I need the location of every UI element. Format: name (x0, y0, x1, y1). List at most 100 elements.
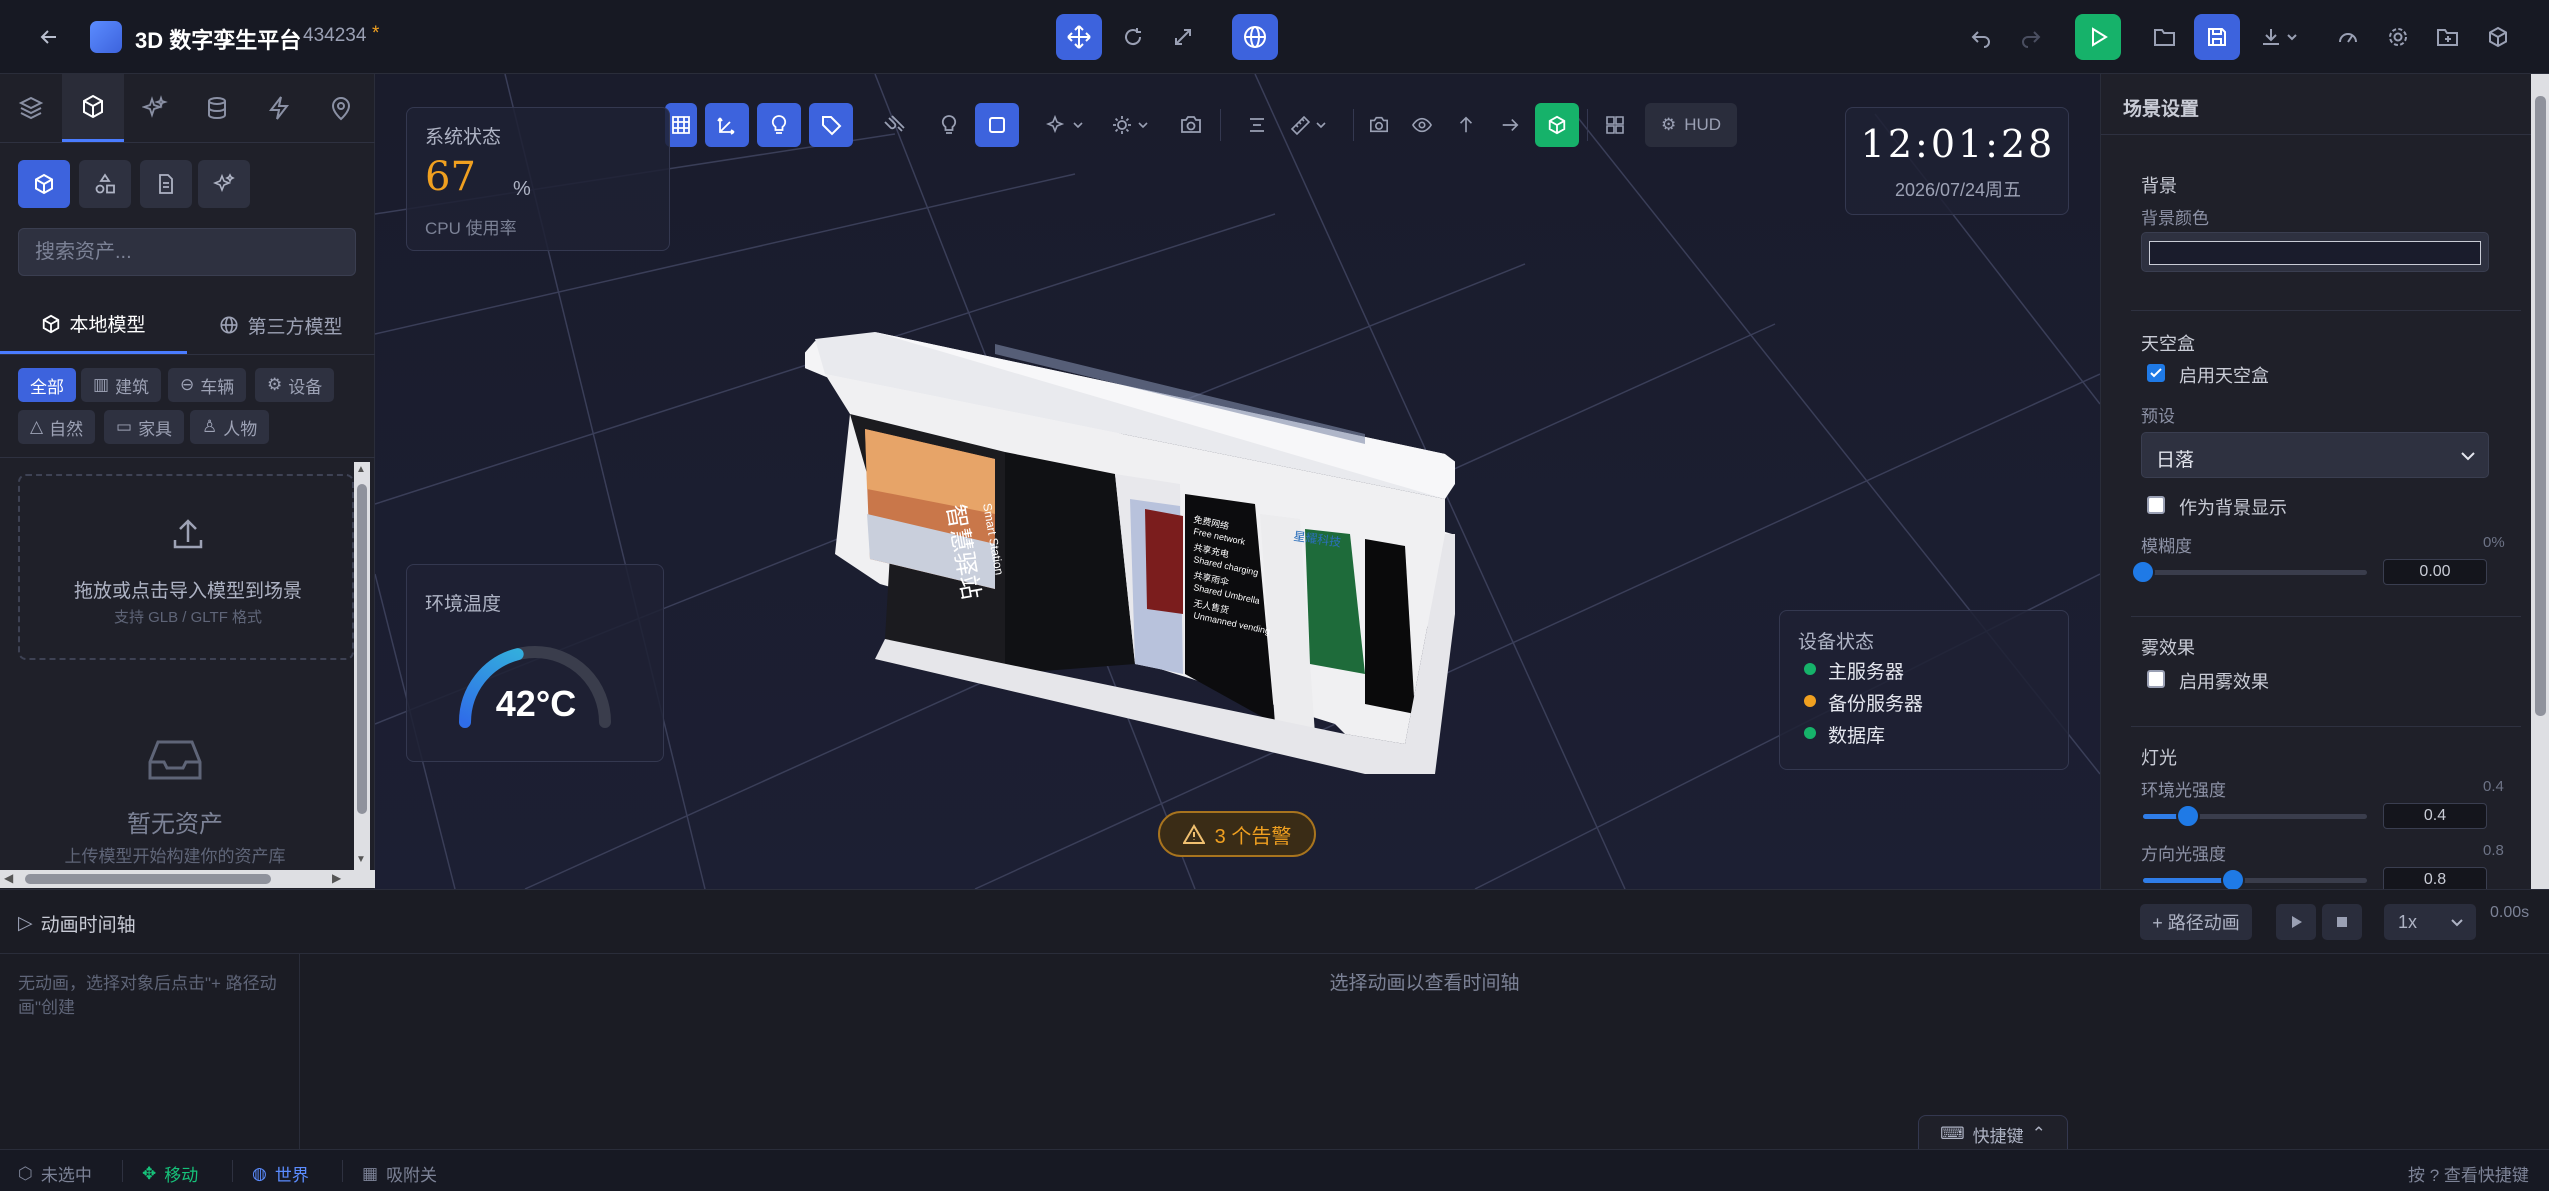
open-folder-button[interactable] (2142, 14, 2188, 60)
tab-data[interactable] (186, 74, 248, 142)
category-vehicle[interactable]: ⊖ 车辆 (168, 368, 247, 402)
ambient-value-text: 0.4 (2483, 778, 2504, 795)
asset-type-document[interactable] (140, 160, 192, 208)
category-nature[interactable]: △ 自然 (18, 410, 96, 444)
category-people[interactable]: ♙ 人物 (190, 410, 270, 444)
light-helper-button[interactable] (757, 103, 801, 147)
category-device[interactable]: ⚙ 设备 (255, 368, 335, 402)
person-icon: ♙ (202, 417, 218, 436)
move-tool-button[interactable] (1056, 14, 1102, 60)
expand-icon (1175, 29, 1191, 45)
screenshot-button[interactable] (1169, 103, 1213, 147)
space-status[interactable]: ◍ 世界 (252, 1161, 309, 1186)
view-right-button[interactable] (1491, 103, 1529, 147)
timeline-play-button[interactable] (2276, 904, 2316, 940)
animation-timeline: ▷ 动画时间轴 + 路径动画 1x 0.00s 无动画，选择对象后点击"+ 路径… (0, 889, 2549, 1153)
scale-tool-button[interactable] (1160, 14, 1206, 60)
export-dropdown[interactable] (2250, 14, 2310, 60)
asset-type-model[interactable] (18, 160, 70, 208)
timeline-toggle[interactable]: ▷ 动画时间轴 (18, 910, 136, 937)
save-button[interactable] (2194, 14, 2240, 60)
ambient-slider-handle[interactable] (2175, 804, 2200, 828)
alert-badge[interactable]: 3 个告警 (1158, 811, 1316, 857)
bg-color-picker[interactable] (2141, 232, 2489, 272)
back-arrow-icon[interactable] (26, 14, 72, 60)
3d-viewport[interactable]: 智慧驿站 Smart Station 星耀科技 免费网络 Free networ… (375, 74, 2100, 889)
directional-value-text: 0.8 (2483, 842, 2504, 859)
skybox-enable-label: 启用天空盒 (2179, 366, 2269, 386)
visibility-button[interactable] (1403, 103, 1441, 147)
tab-locations[interactable] (310, 74, 372, 142)
undo-button[interactable] (1958, 14, 2004, 60)
timeline-track-area[interactable]: 选择动画以查看时间轴 (300, 954, 2549, 1150)
as-background-checkbox[interactable] (2147, 496, 2165, 514)
effects-dropdown[interactable] (1040, 103, 1092, 147)
tab-local-models[interactable]: 本地模型 (0, 296, 187, 354)
category-furniture[interactable]: ▭ 家具 (104, 410, 185, 444)
tab-effects[interactable] (124, 74, 186, 142)
blur-slider-track[interactable] (2143, 570, 2367, 575)
shortcuts-toggle[interactable]: ⌨ 快捷键 ⌃ (1918, 1115, 2068, 1153)
performance-button[interactable] (2325, 14, 2371, 60)
status-dot (1804, 663, 1816, 675)
category-all[interactable]: 全部 (18, 368, 76, 402)
selection-status: ⬡ 未选中 (18, 1163, 92, 1186)
status-dot (1804, 727, 1816, 739)
light-button[interactable] (927, 103, 971, 147)
redo-button[interactable] (2008, 14, 2054, 60)
app-logo (90, 21, 122, 53)
horizontal-scrollbar[interactable]: ◀ ▶ (0, 870, 354, 888)
view-up-button[interactable] (1447, 103, 1485, 147)
ambient-input[interactable]: 0.4 (2383, 803, 2487, 829)
tab-third-party-models[interactable]: 第三方模型 (187, 296, 375, 354)
settings-scrollbar[interactable] (2531, 74, 2549, 889)
tab-events[interactable] (248, 74, 310, 142)
settings-button[interactable] (2375, 14, 2421, 60)
fog-checkbox[interactable] (2147, 670, 2165, 688)
tab-layers[interactable] (0, 74, 62, 142)
skybox-checkbox[interactable] (2147, 364, 2165, 382)
new-folder-button[interactable] (2425, 14, 2471, 60)
asset-type-shapes[interactable] (79, 160, 131, 208)
bounding-box-button[interactable] (975, 103, 1019, 147)
measure-dropdown[interactable] (1283, 103, 1335, 147)
blur-slider-handle[interactable] (2131, 560, 2155, 584)
snap-status[interactable]: ▦ 吸附关 (362, 1161, 437, 1186)
smart-station-model[interactable]: 智慧驿站 Smart Station 星耀科技 免费网络 Free networ… (805, 254, 1455, 834)
model-button[interactable] (2475, 14, 2521, 60)
magnet-snap-button[interactable] (873, 103, 917, 147)
asset-type-effects[interactable] (198, 160, 250, 208)
transform-mode-status[interactable]: ✥ 移动 (142, 1161, 198, 1186)
axes-toggle-button[interactable] (705, 103, 749, 147)
rotate-tool-button[interactable] (1110, 14, 1156, 60)
save-icon (2208, 28, 2226, 46)
tag-icon (822, 116, 842, 136)
preset-select[interactable]: 日落 (2141, 432, 2489, 478)
bg-color-swatch[interactable] (2149, 241, 2481, 265)
world-space-button[interactable] (1232, 14, 1278, 60)
camera-view-button[interactable] (1360, 103, 1398, 147)
upload-dropzone[interactable]: 拖放或点击导入模型到场景 支持 GLB / GLTF 格式 (18, 474, 354, 660)
model-view-button[interactable] (1535, 103, 1579, 147)
move-icon: ✥ (142, 1163, 157, 1183)
speed-select[interactable]: 1x (2384, 904, 2476, 940)
vertical-scrollbar[interactable]: ▲ ▼ (354, 462, 370, 870)
directional-slider-handle[interactable] (2220, 868, 2245, 889)
directional-input[interactable]: 0.8 (2383, 867, 2487, 889)
hud-toggle-button[interactable]: ⚙ HUD (1645, 103, 1737, 147)
timeline-stop-button[interactable] (2322, 904, 2362, 940)
category-building[interactable]: ▥ 建筑 (81, 368, 162, 402)
tab-assets[interactable] (62, 74, 124, 142)
align-button[interactable] (1235, 103, 1279, 147)
blur-input[interactable]: 0.00 (2383, 559, 2487, 585)
layout-button[interactable] (1593, 103, 1637, 147)
asset-search-input[interactable] (18, 228, 356, 276)
lighting-dropdown[interactable] (1105, 103, 1157, 147)
camera-icon (1370, 116, 1388, 133)
chevron-down-icon (2461, 452, 2475, 461)
add-path-animation-button[interactable]: + 路径动画 (2140, 904, 2252, 940)
label-toggle-button[interactable] (809, 103, 853, 147)
cube-icon: ⬡ (18, 1163, 33, 1183)
play-button[interactable] (2075, 14, 2121, 60)
sofa-icon: ▭ (116, 417, 133, 436)
